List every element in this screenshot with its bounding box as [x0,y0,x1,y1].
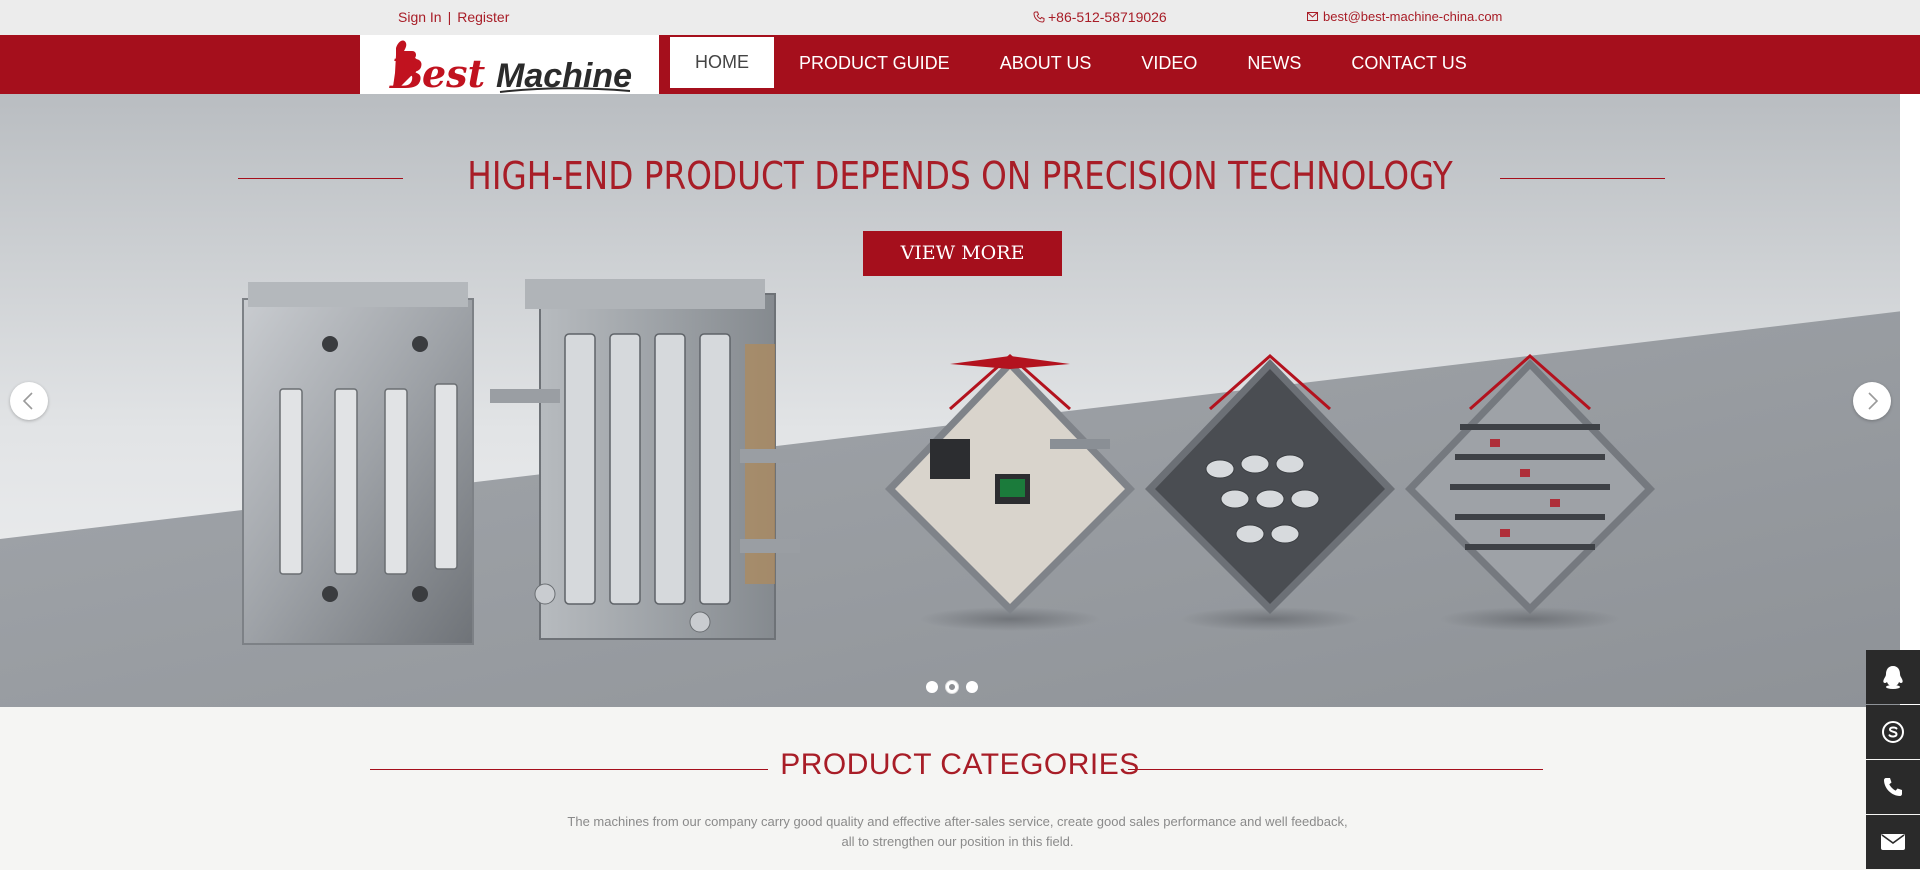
mail-icon [1881,834,1905,850]
mould-left [242,282,474,645]
mail-button[interactable] [1866,815,1920,869]
nav-news[interactable]: NEWS [1222,35,1326,94]
sign-in-link[interactable]: Sign In [398,9,442,25]
phone-number: +86-512-58719026 [1048,9,1167,25]
banner-pagination [926,681,978,693]
logo-best-text: est [422,51,486,94]
categories-description-line-1: The machines from our company carry good… [567,814,1348,829]
main-navbar: B est Machine HOME PRODUCT GUIDE ABOUT U… [0,35,1920,94]
view-more-button[interactable]: VIEW MORE [863,231,1062,276]
phone-button[interactable] [1866,760,1920,814]
hero-banner: HIGH-END PRODUCT DEPENDS ON PRECISION TE… [0,94,1920,707]
qq-button[interactable] [1866,650,1920,704]
skype-button[interactable] [1866,705,1920,759]
email-address: best@best-machine-china.com [1323,9,1503,24]
chevron-right-icon [1868,392,1879,410]
phone-small-icon [1033,11,1045,23]
qq-icon [1883,666,1903,689]
chevron-left-icon [22,392,33,410]
nav-video[interactable]: VIDEO [1116,35,1222,94]
banner-headline: HIGH-END PRODUCT DEPENDS ON PRECISION TE… [467,154,1453,198]
categories-title: PRODUCT CATEGORIES [780,748,1140,781]
logo[interactable]: B est Machine [360,35,659,94]
auth-links: Sign In | Register [398,9,509,25]
email-contact[interactable]: best@best-machine-china.com [1307,9,1502,24]
skype-icon [1882,721,1904,743]
side-toolbar [1866,650,1920,870]
banner-prev-button[interactable] [10,382,48,420]
register-link[interactable]: Register [457,9,509,25]
envelope-small-icon [1307,12,1318,21]
banner-next-button[interactable] [1853,382,1891,420]
main-nav: HOME PRODUCT GUIDE ABOUT US VIDEO NEWS C… [670,35,1492,94]
auth-separator: | [447,9,452,25]
best-machine-logo: B est Machine [389,40,632,94]
nav-contact-us[interactable]: CONTACT US [1326,35,1491,94]
phone-contact[interactable]: +86-512-58719026 [1033,9,1167,25]
slide-dot-3[interactable] [966,681,978,693]
categories-description: The machines from our company carry good… [480,812,1435,852]
top-bar: Sign In | Register +86-512-58719026 best@b… [0,0,1920,35]
nav-product-guide[interactable]: PRODUCT GUIDE [774,35,975,94]
slide-dot-1[interactable] [926,681,938,693]
nav-about-us[interactable]: ABOUT US [975,35,1117,94]
slide-dot-2[interactable] [946,681,958,693]
categories-description-line-2: all to strengthen our position in this f… [841,834,1074,849]
nav-home[interactable]: HOME [670,37,774,88]
categories-heading: PRODUCT CATEGORIES [0,748,1920,782]
phone-icon [1884,778,1902,796]
svg-text:B: B [389,51,424,94]
